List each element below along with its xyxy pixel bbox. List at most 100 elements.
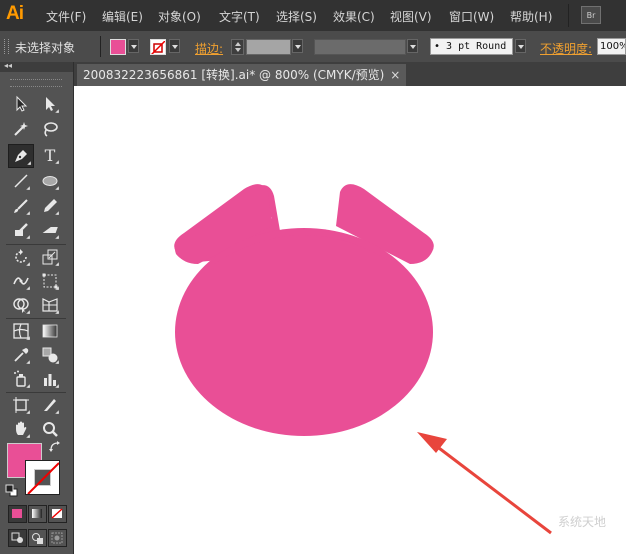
type-tool[interactable]: T — [39, 144, 61, 166]
rotate-tool[interactable] — [10, 246, 32, 268]
direct-selection-tool[interactable] — [39, 93, 61, 115]
tools-divider — [6, 392, 66, 393]
control-bar-grip[interactable] — [4, 39, 9, 54]
tools-panel: ◂◂ T — [0, 61, 74, 554]
stroke-color-box[interactable] — [25, 460, 60, 495]
artboard-tool[interactable] — [10, 394, 32, 416]
shape-builder-tool[interactable] — [10, 294, 32, 316]
gradient-mode-button[interactable] — [28, 505, 47, 523]
pen-nib-icon — [15, 150, 27, 162]
menu-help[interactable]: 帮助(H) — [510, 8, 552, 25]
none-slash-icon — [151, 40, 165, 54]
bridge-button[interactable]: Br — [581, 6, 601, 24]
menu-edit[interactable]: 编辑(E) — [102, 8, 143, 25]
gradient-swatch-icon — [32, 509, 42, 518]
blob-brush-icon — [15, 223, 28, 236]
slice-knife-icon — [44, 399, 56, 411]
pig-head-shape[interactable] — [174, 184, 434, 436]
tools-panel-grip[interactable] — [10, 79, 62, 87]
paintbrush-tool[interactable] — [10, 195, 32, 217]
stroke-dropdown[interactable] — [169, 39, 180, 53]
slice-tool[interactable] — [39, 394, 61, 416]
app-logo: Ai — [6, 3, 24, 24]
pen-tool[interactable] — [8, 144, 34, 168]
draw-inside-icon — [51, 532, 63, 544]
variable-width-profile[interactable] — [314, 39, 406, 55]
selection-status: 未选择对象 — [15, 41, 76, 55]
stroke-weight-dropdown[interactable] — [292, 39, 303, 53]
draw-normal-icon — [11, 532, 23, 543]
direct-selection-icon — [46, 97, 55, 111]
eraser-icon — [42, 227, 58, 233]
default-colors-icon[interactable] — [5, 484, 19, 498]
menu-select[interactable]: 选择(S) — [276, 8, 317, 25]
draw-inside-button[interactable] — [48, 529, 67, 547]
zoom-tool[interactable] — [39, 418, 61, 440]
ellipse-icon — [42, 176, 58, 186]
menu-object[interactable]: 对象(O) — [158, 8, 201, 25]
line-tool[interactable] — [10, 170, 32, 192]
mesh-icon — [13, 323, 29, 339]
collapse-icon[interactable]: ◂◂ — [4, 61, 12, 70]
column-graph-tool[interactable] — [39, 368, 61, 390]
close-icon[interactable]: × — [390, 64, 400, 86]
none-mode-button[interactable] — [48, 505, 67, 523]
magnifier-icon — [43, 422, 58, 437]
divider — [100, 36, 101, 57]
perspective-grid-icon — [42, 298, 58, 312]
gradient-tool[interactable] — [39, 320, 61, 342]
width-tool[interactable] — [10, 270, 32, 292]
paintbrush-icon — [14, 199, 28, 213]
menu-divider — [568, 4, 569, 27]
menu-effect[interactable]: 效果(C) — [333, 8, 375, 25]
document-tab-title: 20083222365686​1 [转换].ai* @ 800% (CMYK/预… — [83, 68, 385, 82]
opacity-link[interactable]: 不透明度: — [540, 40, 592, 57]
blob-brush-tool[interactable] — [10, 219, 32, 241]
stroke-weight-stepper[interactable] — [231, 39, 244, 55]
profile-dropdown[interactable] — [407, 39, 418, 53]
bar-graph-icon — [44, 374, 56, 386]
draw-normal-button[interactable] — [8, 529, 27, 547]
brush-definition[interactable]: • 3 pt Round — [430, 38, 513, 55]
lasso-icon — [44, 122, 58, 137]
stroke-swatch[interactable] — [150, 39, 166, 55]
document-tab[interactable]: 20083222365686​1 [转换].ai* @ 800% (CMYK/预… — [77, 64, 407, 86]
selection-arrow-icon — [16, 95, 28, 112]
blend-tool[interactable] — [39, 344, 61, 366]
magic-wand-tool[interactable] — [10, 118, 32, 140]
line-segment-icon — [14, 174, 28, 188]
mesh-tool[interactable] — [10, 320, 32, 342]
blend-icon — [42, 347, 58, 363]
fill-swatch[interactable] — [110, 39, 126, 55]
width-tool-icon — [13, 277, 29, 285]
free-transform-tool[interactable] — [39, 270, 61, 292]
eyedropper-tool[interactable] — [10, 344, 32, 366]
ellipse-tool[interactable] — [39, 170, 61, 192]
artboard-canvas[interactable]: 系统天地 — [74, 86, 626, 554]
symbol-sprayer-tool[interactable] — [10, 368, 32, 390]
pencil-tool[interactable] — [39, 195, 61, 217]
scale-tool[interactable] — [39, 246, 61, 268]
type-t-icon: T — [44, 145, 56, 165]
menu-type[interactable]: 文字(T) — [219, 8, 260, 25]
selection-tool[interactable] — [10, 93, 32, 115]
document-tab-bar: 20083222365686​1 [转换].ai* @ 800% (CMYK/预… — [74, 62, 626, 86]
menu-file[interactable]: 文件(F) — [46, 8, 86, 25]
shape-builder-icon — [13, 298, 29, 313]
stroke-link[interactable]: 描边: — [195, 40, 223, 57]
free-transform-icon — [42, 273, 58, 289]
color-mode-button[interactable] — [8, 505, 27, 523]
perspective-grid-tool[interactable] — [39, 294, 61, 316]
eraser-tool[interactable] — [39, 219, 61, 241]
hand-tool[interactable] — [10, 418, 32, 440]
gradient-icon — [42, 324, 58, 338]
fill-dropdown[interactable] — [128, 39, 139, 53]
draw-behind-button[interactable] — [28, 529, 47, 547]
menu-window[interactable]: 窗口(W) — [449, 8, 494, 25]
swap-colors-icon[interactable] — [48, 440, 62, 454]
stroke-weight-field[interactable] — [246, 39, 291, 55]
brush-dropdown[interactable] — [515, 39, 526, 53]
menu-view[interactable]: 视图(V) — [390, 8, 432, 25]
opacity-field[interactable]: 100% — [597, 38, 626, 55]
lasso-tool[interactable] — [39, 118, 61, 140]
